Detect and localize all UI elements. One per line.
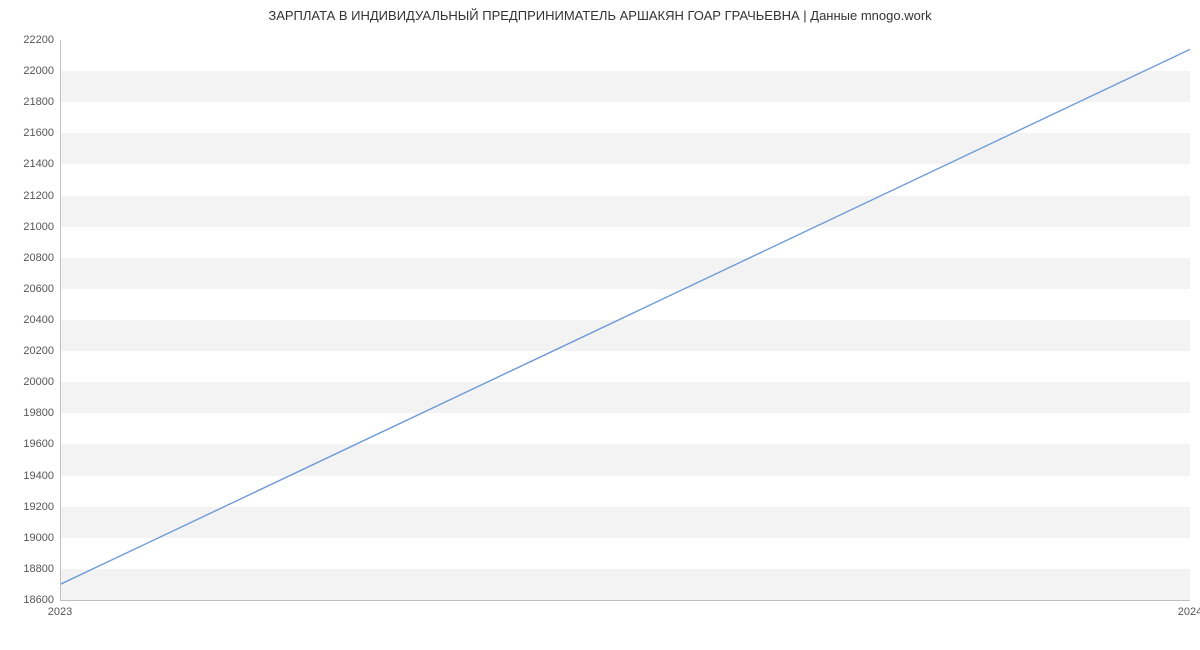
line-chart: ЗАРПЛАТА В ИНДИВИДУАЛЬНЫЙ ПРЕДПРИНИМАТЕЛ…: [0, 0, 1200, 650]
y-tick-label: 19800: [8, 407, 54, 419]
y-tick-label: 21200: [8, 190, 54, 202]
y-tick-label: 18600: [8, 594, 54, 606]
y-tick-label: 20000: [8, 376, 54, 388]
y-tick-label: 21600: [8, 127, 54, 139]
y-tick-label: 19400: [8, 470, 54, 482]
plot-area: [60, 40, 1190, 600]
y-tick-label: 19000: [8, 532, 54, 544]
y-axis-line: [60, 40, 61, 600]
y-tick-label: 21400: [8, 158, 54, 170]
y-tick-label: 22200: [8, 34, 54, 46]
y-tick-label: 20800: [8, 252, 54, 264]
chart-line-layer: [60, 40, 1190, 600]
y-tick-label: 21800: [8, 96, 54, 108]
chart-title: ЗАРПЛАТА В ИНДИВИДУАЛЬНЫЙ ПРЕДПРИНИМАТЕЛ…: [0, 8, 1200, 23]
y-tick-label: 20600: [8, 283, 54, 295]
y-tick-label: 19200: [8, 501, 54, 513]
y-tick-label: 19600: [8, 438, 54, 450]
data-series-line: [60, 49, 1190, 584]
y-tick-label: 21000: [8, 221, 54, 233]
x-tick-label: 2023: [48, 606, 72, 618]
y-tick-label: 20200: [8, 345, 54, 357]
y-tick-label: 18800: [8, 563, 54, 575]
x-tick-label: 2024: [1178, 606, 1200, 618]
y-tick-label: 22000: [8, 65, 54, 77]
x-axis-line: [60, 600, 1190, 601]
y-tick-label: 20400: [8, 314, 54, 326]
